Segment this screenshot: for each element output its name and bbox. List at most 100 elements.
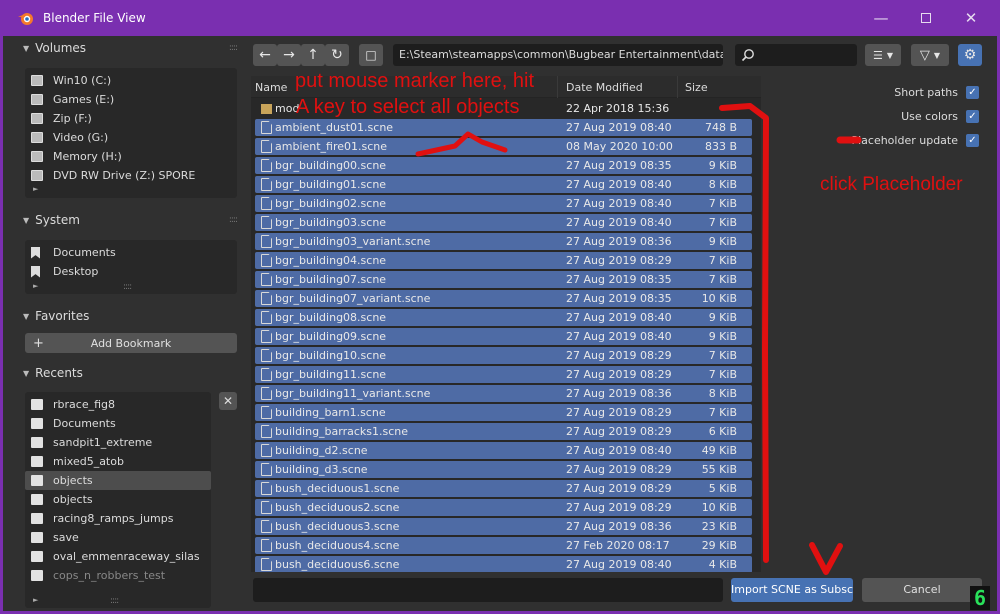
filename-field[interactable]: [253, 578, 723, 602]
checkbox-checked-icon[interactable]: ✓: [966, 85, 979, 99]
volumes-header[interactable]: ▼ Volumes ::::: [15, 36, 245, 60]
file-row[interactable]: building_d3.scne 27 Aug 2019 08:29 55 KiB: [255, 461, 752, 478]
short-paths-option[interactable]: Short paths ✓: [894, 82, 979, 102]
file-row[interactable]: bgr_building01.scne 27 Aug 2019 08:40 8 Ki…: [255, 176, 752, 193]
scroll-down-icon[interactable]: ►: [33, 596, 38, 604]
file-date: 27 Aug 2019 08:35: [566, 273, 672, 286]
refresh-button[interactable]: ↻: [325, 44, 349, 66]
recent-item[interactable]: oval_emmenraceway_silas: [25, 547, 211, 566]
placeholder-update-option[interactable]: Placeholder update ✓: [851, 130, 979, 150]
file-size: 8 KiB: [708, 387, 737, 400]
file-icon: [261, 292, 272, 305]
settings-button[interactable]: ⚙: [958, 44, 982, 66]
file-row[interactable]: bush_deciduous6.scne 27 Aug 2019 08:40 4 K…: [255, 556, 752, 572]
file-row[interactable]: bush_deciduous4.scne 27 Feb 2020 08:17 29 …: [255, 537, 752, 554]
resize-dots-icon[interactable]: ::::: [110, 596, 119, 606]
column-size[interactable]: Size: [685, 81, 708, 94]
file-icon: [261, 197, 272, 210]
system-item-documents[interactable]: Documents: [25, 243, 237, 262]
search-input[interactable]: [735, 44, 857, 66]
recent-item[interactable]: cops_n_robbers_test: [25, 566, 211, 585]
file-row[interactable]: bgr_building04.scne 27 Aug 2019 08:29 7 Ki…: [255, 252, 752, 269]
system-header[interactable]: ▼ System ::::: [15, 208, 245, 232]
file-row[interactable]: ambient_dust01.scne 27 Aug 2019 08:40 748 …: [255, 119, 752, 136]
volume-item[interactable]: Win10 (C:): [25, 71, 237, 90]
file-row[interactable]: bgr_building03_variant.scne 27 Aug 2019 0…: [255, 233, 752, 250]
column-date[interactable]: Date Modified: [566, 81, 643, 94]
forward-button[interactable]: →: [277, 44, 301, 66]
file-date: 27 Aug 2019 08:29: [566, 482, 672, 495]
recent-label: rbrace_fig8: [53, 398, 115, 411]
drag-grip-icon[interactable]: ::::: [229, 43, 238, 53]
folder-icon: [31, 551, 43, 562]
volume-item[interactable]: DVD RW Drive (Z:) SPORE: [25, 166, 237, 185]
volume-item[interactable]: Zip (F:): [25, 109, 237, 128]
system-item-desktop[interactable]: Desktop: [25, 262, 237, 281]
file-icon: [261, 159, 272, 172]
file-icon: [261, 482, 272, 495]
file-list: Name Date Modified Size mod 22 Apr 2018 1…: [251, 76, 761, 572]
file-row[interactable]: bush_deciduous3.scne 27 Aug 2019 08:36 23 …: [255, 518, 752, 535]
file-row[interactable]: bgr_building07_variant.scne 27 Aug 2019 0…: [255, 290, 752, 307]
column-name[interactable]: Name: [255, 81, 287, 94]
recent-item[interactable]: rbrace_fig8: [25, 395, 211, 414]
resize-dots-icon[interactable]: ::::: [123, 282, 132, 292]
back-button[interactable]: ←: [253, 44, 277, 66]
recent-item[interactable]: save: [25, 528, 211, 547]
file-row[interactable]: ambient_fire01.scne 08 May 2020 10:00 833 …: [255, 138, 752, 155]
display-mode-dropdown[interactable]: ☰ ▼: [865, 44, 901, 66]
file-row[interactable]: bgr_building02.scne 27 Aug 2019 08:40 7 Ki…: [255, 195, 752, 212]
clear-recents-button[interactable]: ✕: [219, 392, 237, 410]
file-size: 7 KiB: [708, 216, 737, 229]
recent-item[interactable]: mixed5_atob: [25, 452, 211, 471]
file-row[interactable]: bgr_building03.scne 27 Aug 2019 08:40 7 Ki…: [255, 214, 752, 231]
file-row[interactable]: bgr_building09.scne 27 Aug 2019 08:40 9 Ki…: [255, 328, 752, 345]
file-row[interactable]: building_barn1.scne 27 Aug 2019 08:29 7 Ki…: [255, 404, 752, 421]
volume-item[interactable]: Video (G:): [25, 128, 237, 147]
add-bookmark-label: Add Bookmark: [90, 336, 172, 350]
column-divider[interactable]: [677, 76, 678, 98]
recent-item[interactable]: racing8_ramps_jumps: [25, 509, 211, 528]
directory-path-field[interactable]: E:\Steam\steamapps\common\Bugbear Entert…: [393, 44, 723, 66]
drag-grip-icon[interactable]: ::::: [229, 215, 238, 225]
close-icon[interactable]: ✕: [948, 0, 994, 36]
minimize-icon[interactable]: —: [858, 0, 904, 36]
volume-item[interactable]: Games (E:): [25, 90, 237, 109]
file-row[interactable]: bgr_building00.scne 27 Aug 2019 08:35 9 Ki…: [255, 157, 752, 174]
file-icon: [261, 254, 272, 267]
file-row[interactable]: bgr_building10.scne 27 Aug 2019 08:29 7 Ki…: [255, 347, 752, 364]
file-row[interactable]: bgr_building11_variant.scne 27 Aug 2019 0…: [255, 385, 752, 402]
use-colors-option[interactable]: Use colors ✓: [901, 106, 979, 126]
recent-item[interactable]: Documents: [25, 414, 211, 433]
new-folder-button[interactable]: □: [359, 44, 383, 66]
file-row[interactable]: building_d2.scne 27 Aug 2019 08:40 49 KiB: [255, 442, 752, 459]
recents-header[interactable]: ▼ Recents: [15, 361, 245, 385]
file-row[interactable]: bgr_building07.scne 27 Aug 2019 08:35 7 Ki…: [255, 271, 752, 288]
checkbox-checked-icon[interactable]: ✓: [966, 109, 979, 123]
collapse-triangle-icon: ▼: [23, 43, 30, 53]
file-name: bush_deciduous2.scne: [275, 501, 400, 514]
file-row[interactable]: bgr_building08.scne 27 Aug 2019 08:40 9 Ki…: [255, 309, 752, 326]
file-row[interactable]: building_barracks1.scne 27 Aug 2019 08:29…: [255, 423, 752, 440]
recent-item[interactable]: objects: [25, 471, 211, 490]
volume-label: Games (E:): [53, 93, 115, 106]
filter-dropdown[interactable]: ▽ ▼: [911, 44, 949, 66]
favorites-header[interactable]: ▼ Favorites: [15, 304, 245, 328]
column-divider[interactable]: [557, 76, 558, 98]
file-row[interactable]: bgr_building11.scne 27 Aug 2019 08:29 7 Ki…: [255, 366, 752, 383]
parent-dir-button[interactable]: ↑: [301, 44, 325, 66]
file-date: 27 Aug 2019 08:29: [566, 349, 672, 362]
file-name: bgr_building09.scne: [275, 330, 387, 343]
scroll-down-icon[interactable]: ►: [33, 282, 38, 290]
file-row[interactable]: bush_deciduous1.scne 27 Aug 2019 08:29 5 K…: [255, 480, 752, 497]
file-row[interactable]: bush_deciduous2.scne 27 Aug 2019 08:29 10 …: [255, 499, 752, 516]
recent-item[interactable]: sandpit1_extreme: [25, 433, 211, 452]
maximize-icon[interactable]: [903, 0, 949, 36]
volume-item[interactable]: Memory (H:): [25, 147, 237, 166]
import-button[interactable]: Import SCNE as Subsce...: [731, 578, 853, 602]
add-bookmark-button[interactable]: + Add Bookmark: [25, 333, 237, 353]
scroll-down-icon[interactable]: ►: [33, 185, 38, 193]
checkbox-checked-icon[interactable]: ✓: [966, 133, 979, 147]
cancel-button[interactable]: Cancel: [862, 578, 982, 602]
recent-item[interactable]: objects: [25, 490, 211, 509]
